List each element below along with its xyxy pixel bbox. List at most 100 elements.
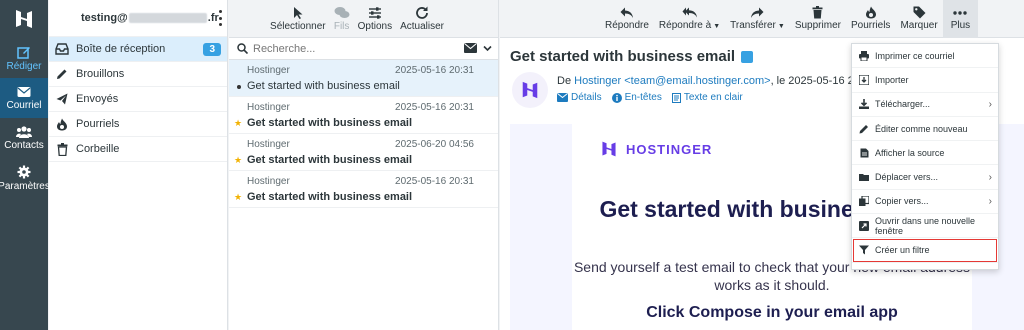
spam-button[interactable]: Pourriels xyxy=(846,0,895,38)
nav-settings-label: Paramètres xyxy=(0,180,50,192)
users-icon xyxy=(16,125,32,138)
menu-item-download[interactable]: Télécharger... › xyxy=(852,93,998,117)
menu-item-label: Éditer comme nouveau xyxy=(875,123,968,134)
nav-compose[interactable]: Rédiger xyxy=(0,38,48,78)
message-subject: Get started with business email xyxy=(247,154,413,166)
menu-item-print[interactable]: Imprimer ce courriel xyxy=(852,44,998,69)
search-input[interactable] xyxy=(253,42,453,55)
refresh-icon xyxy=(416,6,428,19)
forward-button[interactable]: Transférer ▼ xyxy=(725,0,790,38)
nav-mail-label: Courriel xyxy=(6,99,42,111)
folder-sent[interactable]: Envoyés xyxy=(49,87,227,112)
plaintext-link[interactable]: Texte en clair xyxy=(671,92,743,103)
reply-label: Répondre xyxy=(605,19,649,31)
mark-label: Marquer xyxy=(900,20,938,31)
folder-spam[interactable]: Pourriels xyxy=(49,112,227,137)
menu-item-open-new-window[interactable]: Ouvrir dans une nouvelle fenêtre xyxy=(852,214,998,239)
sender-avatar xyxy=(512,72,548,108)
chevron-right-icon: › xyxy=(988,171,992,183)
envelope-filter-icon[interactable] xyxy=(464,43,477,53)
menu-item-copy-to[interactable]: Copier vers... › xyxy=(852,190,998,215)
menu-item-create-filter[interactable]: Créer un filtre xyxy=(852,238,998,263)
delete-label: Supprimer xyxy=(794,20,841,31)
search-icon xyxy=(237,43,248,54)
refresh-button[interactable]: Actualiser xyxy=(396,0,448,38)
roundcube-logo[interactable] xyxy=(0,0,48,38)
trash-icon xyxy=(812,6,823,19)
message-row[interactable]: Hostinger 2025-05-16 20:31 Get started w… xyxy=(229,60,498,97)
message-from: Hostinger xyxy=(247,102,290,113)
message-from-line: De Hostinger <team@email.hostinger.com>,… xyxy=(557,75,875,87)
reply-icon xyxy=(620,7,633,18)
reply-all-button[interactable]: Répondre à ▼ xyxy=(654,0,725,38)
list-toolbar: Sélectionner Fils Options Actualiser xyxy=(229,0,498,38)
refresh-label: Actualiser xyxy=(400,21,444,32)
folder-inbox[interactable]: Boîte de réception 3 xyxy=(49,37,227,62)
tag-icon xyxy=(913,6,926,19)
chevron-right-icon: › xyxy=(988,195,992,207)
trash-icon xyxy=(55,142,69,156)
menu-item-import[interactable]: Importer xyxy=(852,68,998,93)
menu-item-label: Afficher la source xyxy=(875,147,945,158)
more-button[interactable]: Plus xyxy=(942,0,979,38)
nav-contacts-label: Contacts xyxy=(4,139,44,151)
message-date: 2025-06-20 04:56 xyxy=(395,139,474,150)
open-external-icon[interactable] xyxy=(741,50,754,63)
edit-icon xyxy=(859,124,869,134)
reply-button[interactable]: Répondre xyxy=(600,0,654,38)
message-subject: Get started with business email xyxy=(247,80,400,92)
forward-icon xyxy=(751,7,764,18)
app-nav-rail: Rédiger Courriel Contacts Paramètres xyxy=(0,0,50,330)
menu-item-move-to[interactable]: Déplacer vers... › xyxy=(852,165,998,190)
folder-trash[interactable]: Corbeille xyxy=(49,137,227,162)
nav-compose-label: Rédiger xyxy=(6,60,42,72)
message-date: 2025-05-16 20:31 xyxy=(395,102,474,113)
menu-item-label: Copier vers... xyxy=(875,196,929,207)
fire-icon xyxy=(55,117,69,131)
mark-button[interactable]: Marquer xyxy=(895,0,942,38)
reply-all-label: Répondre à ▼ xyxy=(658,19,721,31)
nav-mail[interactable]: Courriel xyxy=(0,78,48,118)
fire-icon xyxy=(865,6,876,19)
nav-settings[interactable]: Paramètres xyxy=(0,158,50,198)
account-menu-icon[interactable] xyxy=(217,10,223,26)
threads-button[interactable]: Fils xyxy=(330,0,354,38)
message-row[interactable]: Hostinger 2025-05-16 20:31 ★ Get started… xyxy=(229,171,498,208)
filter-icon xyxy=(859,245,869,255)
delete-button[interactable]: Supprimer xyxy=(790,0,846,38)
chevron-down-icon[interactable] xyxy=(483,45,492,52)
menu-item-label: Importer xyxy=(875,74,909,85)
menu-item-label: Ouvrir dans une nouvelle fenêtre xyxy=(875,215,976,236)
cursor-icon xyxy=(293,7,303,19)
spam-label: Pourriels xyxy=(850,20,891,31)
headers-link[interactable]: En-têtes xyxy=(611,92,662,103)
forward-label: Transférer ▼ xyxy=(730,19,785,31)
message-date: 2025-05-16 20:31 xyxy=(395,176,474,187)
gear-icon xyxy=(17,165,31,178)
sender-link[interactable]: Hostinger <team@email.hostinger.com> xyxy=(574,75,770,87)
unread-star-icon: ★ xyxy=(234,118,243,128)
folder-label: Boîte de réception xyxy=(76,43,166,55)
email-cta-text: Click Compose in your email app xyxy=(646,304,898,321)
folder-drafts[interactable]: Brouillons xyxy=(49,62,227,87)
hostinger-logo-icon xyxy=(602,141,616,157)
message-row[interactable]: Hostinger 2025-05-16 20:31 ★ Get started… xyxy=(229,97,498,134)
info-icon xyxy=(611,92,622,103)
menu-item-view-source[interactable]: Afficher la source xyxy=(852,141,998,166)
external-icon xyxy=(859,220,869,231)
pencil-icon xyxy=(55,67,69,81)
more-actions-menu: Imprimer ce courriel Importer Télécharge… xyxy=(851,43,999,270)
hostinger-logo-icon xyxy=(522,81,538,99)
menu-item-edit-as-new[interactable]: Éditer comme nouveau xyxy=(852,117,998,142)
more-label: Plus xyxy=(950,19,971,31)
options-button[interactable]: Options xyxy=(354,0,396,38)
paper-plane-icon xyxy=(55,92,69,106)
envelope-icon xyxy=(557,93,568,102)
details-link[interactable]: Détails xyxy=(557,92,602,103)
select-button[interactable]: Sélectionner xyxy=(266,0,330,38)
account-prefix: testing@ xyxy=(81,12,128,24)
message-toolbar: Répondre Répondre à ▼ Transférer ▼ Supprim… xyxy=(500,0,1024,38)
message-row[interactable]: Hostinger 2025-06-20 04:56 ★ Get started… xyxy=(229,134,498,171)
message-title-text: Get started with business email xyxy=(510,48,736,65)
nav-contacts[interactable]: Contacts xyxy=(0,118,48,158)
